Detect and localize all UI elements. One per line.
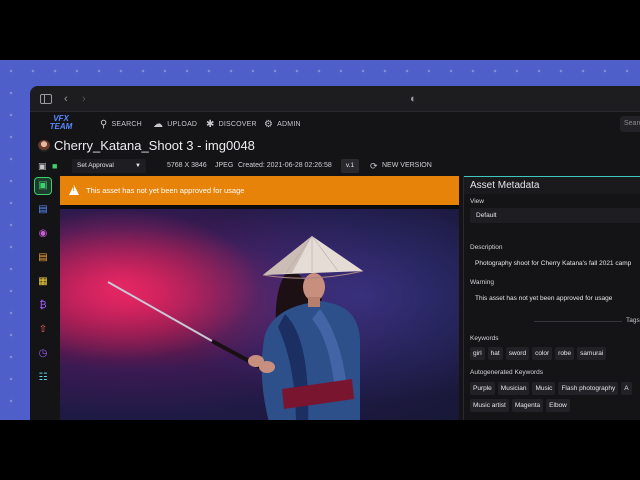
- letterbox-top: [0, 0, 640, 60]
- samurai-photo: [60, 209, 459, 420]
- keywords-label: Keywords: [470, 335, 499, 342]
- warning-banner-text: This asset has not yet been approved for…: [86, 186, 245, 195]
- discover-icon: ✱: [206, 118, 215, 130]
- divider: [534, 321, 622, 322]
- auto-keyword-chip[interactable]: Music artist: [470, 399, 509, 412]
- video-icon[interactable]: ■: [52, 160, 57, 172]
- app-window: ‹ › ◐ VFX TEAM ⚲ SEARCH ☁ UPLOAD ✱ DISCO…: [30, 86, 640, 420]
- gears-icon: ⚙: [264, 118, 274, 130]
- keyword-chip[interactable]: girl: [470, 347, 485, 360]
- view-select[interactable]: Default: [470, 208, 640, 223]
- gallery-icon[interactable]: ▦: [35, 274, 51, 290]
- auto-keyword-chip[interactable]: Elbow: [546, 399, 570, 412]
- warning-value: This asset has not yet been approved for…: [475, 295, 613, 302]
- metadata-panel-heading: Asset Metadata: [464, 176, 640, 194]
- keyword-chip[interactable]: robe: [555, 347, 575, 360]
- refresh-icon[interactable]: ⟳: [370, 160, 378, 172]
- nav-admin-label: ADMIN: [277, 120, 301, 128]
- keywords-row: girl hat sword color robe samurai: [470, 347, 607, 360]
- approval-select[interactable]: Set Approval ▼: [72, 159, 146, 173]
- masks-icon[interactable]: ◉: [35, 226, 51, 242]
- asset-image[interactable]: [60, 209, 459, 420]
- chevron-down-icon: ▼: [135, 163, 141, 169]
- format-label: JPEG: [215, 162, 234, 169]
- keyword-chip[interactable]: samurai: [577, 347, 607, 360]
- description-label: Description: [470, 244, 503, 251]
- comment-icon[interactable]: ▤: [35, 202, 51, 218]
- new-version-button[interactable]: NEW VERSION: [382, 160, 432, 172]
- back-arrow-icon[interactable]: ‹: [64, 92, 68, 106]
- nav-upload-label: UPLOAD: [167, 120, 198, 128]
- auto-keyword-chip[interactable]: Musician: [497, 382, 530, 395]
- keyword-chip[interactable]: sword: [505, 347, 530, 360]
- camera-icon[interactable]: ▣: [38, 160, 47, 172]
- bitcoin-icon[interactable]: ₿: [35, 298, 51, 314]
- backdrop: ‹ › ◐ VFX TEAM ⚲ SEARCH ☁ UPLOAD ✱ DISCO…: [0, 60, 640, 420]
- auto-keywords-row-1: Purple Musician Music Flash photography …: [470, 382, 632, 395]
- letterbox-bottom: [0, 420, 640, 480]
- approval-select-value: Set Approval: [77, 162, 114, 169]
- forward-arrow-icon[interactable]: ›: [82, 92, 86, 106]
- search-icon: ⚲: [100, 118, 108, 130]
- auto-keyword-chip[interactable]: A: [621, 382, 632, 395]
- sidebar-toggle-icon[interactable]: [40, 94, 52, 104]
- nav-upload[interactable]: ☁ UPLOAD: [153, 117, 197, 131]
- app-nav: VFX TEAM ⚲ SEARCH ☁ UPLOAD ✱ DISCOVER ⚙ …: [30, 112, 640, 136]
- auto-keyword-chip[interactable]: Music: [532, 382, 556, 395]
- auto-keyword-chip[interactable]: Flash photography: [558, 382, 619, 395]
- hierarchy-icon[interactable]: ☷: [35, 370, 51, 386]
- approval-warning-banner: This asset has not yet been approved for…: [60, 176, 459, 205]
- metadata-panel: Asset Metadata View Default Description …: [463, 176, 640, 420]
- auto-keyword-chip[interactable]: Purple: [470, 382, 495, 395]
- page-title: Cherry_Katana_Shoot 3 - img0048: [54, 138, 255, 153]
- image-icon[interactable]: ▣: [34, 177, 52, 195]
- browser-chrome: ‹ › ◐: [30, 86, 640, 112]
- version-badge[interactable]: v.1: [341, 159, 359, 173]
- nav-admin[interactable]: ⚙ ADMIN: [264, 117, 301, 131]
- warning-icon: [69, 185, 79, 195]
- vfx-team-logo[interactable]: VFX TEAM: [46, 115, 76, 131]
- share-icon[interactable]: ⇧: [35, 322, 51, 338]
- avatar: [38, 140, 50, 152]
- nav-search[interactable]: ⚲ SEARCH: [100, 117, 142, 131]
- nav-search-label: SEARCH: [111, 120, 142, 128]
- title-row: Cherry_Katana_Shoot 3 - img0048: [30, 136, 640, 156]
- left-rail: ▣ ▤ ◉ ▤ ▦ ₿ ⇧ ◷ ☷: [30, 176, 56, 420]
- dimensions-label: 5768 X 3846: [167, 162, 207, 169]
- created-label: Created: 2021-06-28 02:26:58: [238, 162, 332, 169]
- keyword-chip[interactable]: color: [532, 347, 553, 360]
- cloud-upload-icon: ☁: [153, 118, 164, 130]
- tags-label: Tags: [626, 317, 640, 324]
- asset-toolbar: ▣ ■ Set Approval ▼ 5768 X 3846 JPEG Crea…: [30, 156, 640, 176]
- chart-icon[interactable]: ▤: [35, 250, 51, 266]
- asset-preview: This asset has not yet been approved for…: [60, 176, 459, 420]
- nav-discover[interactable]: ✱ DISCOVER: [206, 117, 257, 131]
- view-label: View: [470, 198, 484, 205]
- auto-keywords-row-2: Music artist Magenta Elbow: [470, 399, 570, 412]
- keyword-chip[interactable]: hat: [487, 347, 503, 360]
- nav-discover-label: DISCOVER: [218, 120, 257, 128]
- auto-keywords-label: Autogenerated Keywords: [470, 369, 543, 376]
- auto-keyword-chip[interactable]: Magenta: [511, 399, 544, 412]
- description-value: Photography shoot for Cherry Katana's fa…: [475, 260, 632, 267]
- warning-label: Warning: [470, 279, 494, 286]
- shield-icon[interactable]: ◐: [410, 92, 417, 106]
- global-search-input[interactable]: Searc: [620, 116, 640, 132]
- clock-icon[interactable]: ◷: [35, 346, 51, 362]
